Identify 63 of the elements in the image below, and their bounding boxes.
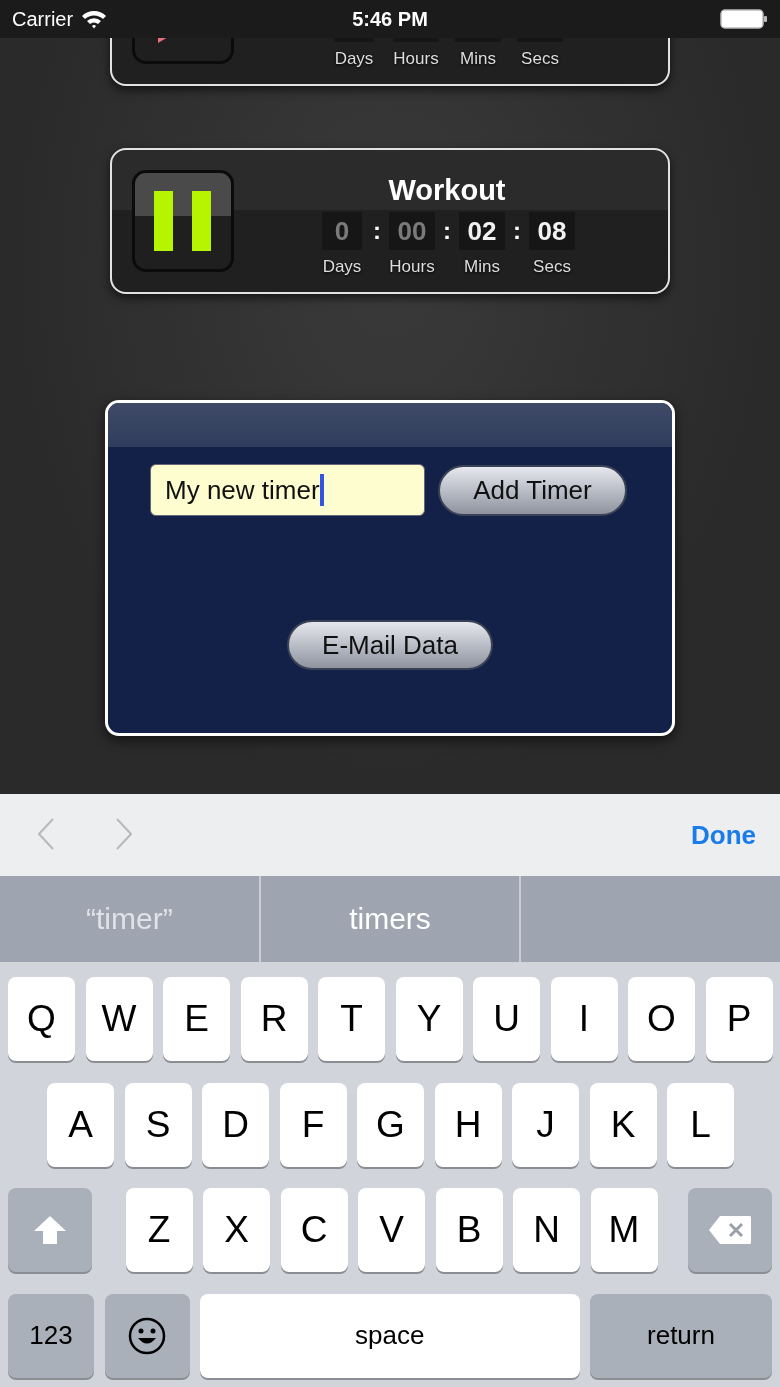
delete-key[interactable] xyxy=(688,1188,772,1272)
digit-display: 08 xyxy=(529,212,575,250)
pause-icon xyxy=(154,191,212,251)
letter-key[interactable]: P xyxy=(705,977,773,1061)
wifi-icon xyxy=(81,9,108,29)
unit-label: Hours xyxy=(393,49,439,69)
letter-key[interactable]: C xyxy=(280,1188,348,1272)
unit-label: Mins xyxy=(460,49,496,69)
timer-title: Workout xyxy=(388,173,506,207)
letter-key[interactable]: X xyxy=(203,1188,270,1272)
unit-label: Secs xyxy=(521,49,559,69)
letter-key[interactable]: M xyxy=(590,1188,658,1272)
colon-separator: : xyxy=(443,216,451,246)
letter-key[interactable]: F xyxy=(279,1082,347,1167)
shift-arrow-icon xyxy=(33,1215,67,1245)
smiley-icon xyxy=(128,1316,166,1355)
letter-key[interactable]: Y xyxy=(395,977,463,1061)
digit-display: 0 xyxy=(322,212,362,250)
letter-key[interactable]: V xyxy=(358,1188,425,1272)
numbers-key[interactable]: 123 xyxy=(8,1293,94,1378)
digit-display: 00 xyxy=(389,212,435,250)
shift-key[interactable] xyxy=(8,1188,92,1272)
carrier-name: Carrier xyxy=(12,7,74,31)
email-data-button[interactable]: E-Mail Data xyxy=(287,620,493,670)
letter-key[interactable]: L xyxy=(667,1082,734,1167)
backspace-icon xyxy=(708,1215,752,1245)
chevron-right-icon xyxy=(116,817,132,850)
unit-label: Days xyxy=(334,49,374,69)
letter-key[interactable]: R xyxy=(240,977,308,1061)
letter-key[interactable]: J xyxy=(512,1082,579,1167)
add-timer-button[interactable]: Add Timer xyxy=(438,464,627,516)
done-button[interactable]: Done xyxy=(691,819,756,851)
battery-icon xyxy=(720,9,768,29)
letter-key[interactable]: U xyxy=(473,977,540,1061)
letter-key[interactable]: S xyxy=(124,1082,192,1167)
return-key[interactable]: return xyxy=(590,1293,772,1378)
status-time: 5:46 PM xyxy=(352,7,428,31)
emoji-key[interactable] xyxy=(104,1293,190,1378)
unit-label: Mins xyxy=(464,257,500,277)
letter-key[interactable]: O xyxy=(628,977,695,1061)
letter-key[interactable]: Z xyxy=(125,1188,193,1272)
unit-label: Secs xyxy=(533,257,571,277)
letter-key[interactable]: G xyxy=(357,1082,424,1167)
colon-separator: : xyxy=(513,216,521,246)
chevron-left-icon xyxy=(38,817,54,850)
timer-name-field[interactable]: My new timer xyxy=(150,464,425,516)
letter-key[interactable]: A xyxy=(47,1082,114,1167)
letter-key[interactable]: Q xyxy=(8,977,75,1061)
letter-key[interactable]: W xyxy=(85,977,153,1061)
letter-key[interactable]: I xyxy=(550,977,618,1061)
letter-key[interactable]: B xyxy=(435,1188,503,1272)
pause-button[interactable] xyxy=(132,170,234,272)
space-key[interactable]: space xyxy=(200,1293,580,1378)
colon-separator: : xyxy=(373,216,381,246)
unit-label: Days xyxy=(322,257,362,277)
letter-key[interactable]: K xyxy=(589,1082,657,1167)
letter-key[interactable]: T xyxy=(318,977,385,1061)
unit-label: Hours xyxy=(389,257,435,277)
letter-key[interactable]: D xyxy=(202,1082,269,1167)
digit-display: 02 xyxy=(459,212,505,250)
letter-key[interactable]: N xyxy=(513,1188,580,1272)
letter-key[interactable]: E xyxy=(163,977,230,1061)
letter-key[interactable]: H xyxy=(434,1082,502,1167)
